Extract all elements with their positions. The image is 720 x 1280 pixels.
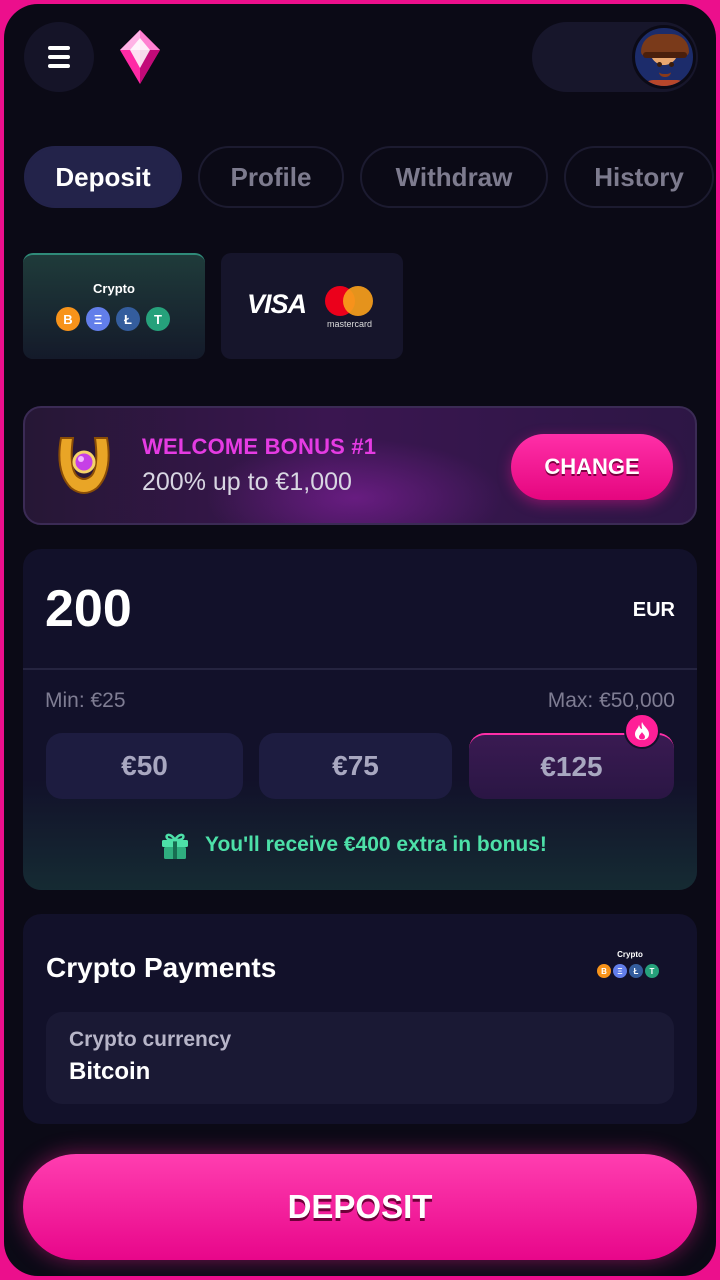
cowboy-avatar-icon[interactable] (632, 25, 696, 89)
bitcoin-icon: B (597, 964, 611, 978)
crypto-payments-title: Crypto Payments (46, 952, 277, 983)
tether-icon: T (645, 964, 659, 978)
mastercard-icon (325, 286, 373, 316)
app-frame: Deposit Profile Withdraw History Crypto … (4, 4, 716, 1276)
crypto-currency-label: Crypto currency (69, 1028, 232, 1051)
tab-history[interactable]: History (564, 146, 714, 208)
bonus-note: You'll receive €400 extra in bonus! (159, 829, 547, 861)
account-pill[interactable] (532, 22, 698, 92)
bitcoin-icon: B (56, 307, 80, 331)
crypto-logo-label: Crypto (617, 950, 643, 959)
crypto-method-label: Crypto (93, 281, 135, 296)
ethereum-icon: Ξ (613, 964, 627, 978)
hamburger-menu-icon (48, 44, 70, 71)
tab-profile[interactable]: Profile (198, 146, 344, 208)
tab-bar: Deposit Profile Withdraw History (24, 146, 714, 208)
crypto-currency-select[interactable]: Crypto currency Bitcoin (46, 1012, 674, 1104)
amount-input[interactable]: 200 (45, 579, 132, 639)
preset-amount-button[interactable]: €75 (259, 733, 452, 799)
crypto-logo: Crypto B Ξ Ł T (593, 950, 667, 990)
gift-icon (162, 833, 188, 859)
horseshoe-icon (58, 437, 110, 494)
divider (23, 668, 697, 670)
preset-amount-button[interactable]: €50 (46, 733, 243, 799)
max-amount-label: Max: €50,000 (547, 689, 675, 712)
crypto-coins: B Ξ Ł T (56, 307, 170, 331)
litecoin-icon: Ł (116, 307, 140, 331)
tether-icon: T (146, 307, 170, 331)
fire-icon (624, 713, 660, 749)
tab-withdraw[interactable]: Withdraw (360, 146, 548, 208)
bonus-subtitle: 200% up to €1,000 (142, 468, 352, 496)
payment-method-crypto[interactable]: Crypto B Ξ Ł T (23, 253, 205, 359)
deposit-amount-card: 200 EUR Min: €25 Max: €50,000 €50 €75 €1… (23, 549, 697, 890)
crypto-currency-value: Bitcoin (69, 1058, 151, 1085)
litecoin-icon: Ł (629, 964, 643, 978)
payment-method-card[interactable]: VISA mastercard (221, 253, 403, 359)
tab-deposit[interactable]: Deposit (24, 146, 182, 208)
ethereum-icon: Ξ (86, 307, 110, 331)
mastercard-label: mastercard (327, 319, 373, 329)
gem-logo-icon[interactable] (116, 28, 164, 86)
welcome-bonus-banner: WELCOME BONUS #1 200% up to €1,000 CHANG… (23, 406, 697, 525)
min-amount-label: Min: €25 (45, 689, 126, 712)
deposit-button[interactable]: DEPOSIT (23, 1154, 697, 1260)
change-bonus-button[interactable]: CHANGE (511, 434, 673, 500)
currency-label: EUR (632, 599, 675, 621)
visa-logo: VISA (247, 289, 307, 319)
bonus-note-text: You'll receive €400 extra in bonus! (205, 833, 547, 856)
menu-button[interactable] (24, 22, 94, 92)
crypto-payments-card: Crypto Payments Crypto B Ξ Ł T Crypto cu… (23, 914, 697, 1124)
bonus-title: WELCOME BONUS #1 (142, 434, 377, 459)
